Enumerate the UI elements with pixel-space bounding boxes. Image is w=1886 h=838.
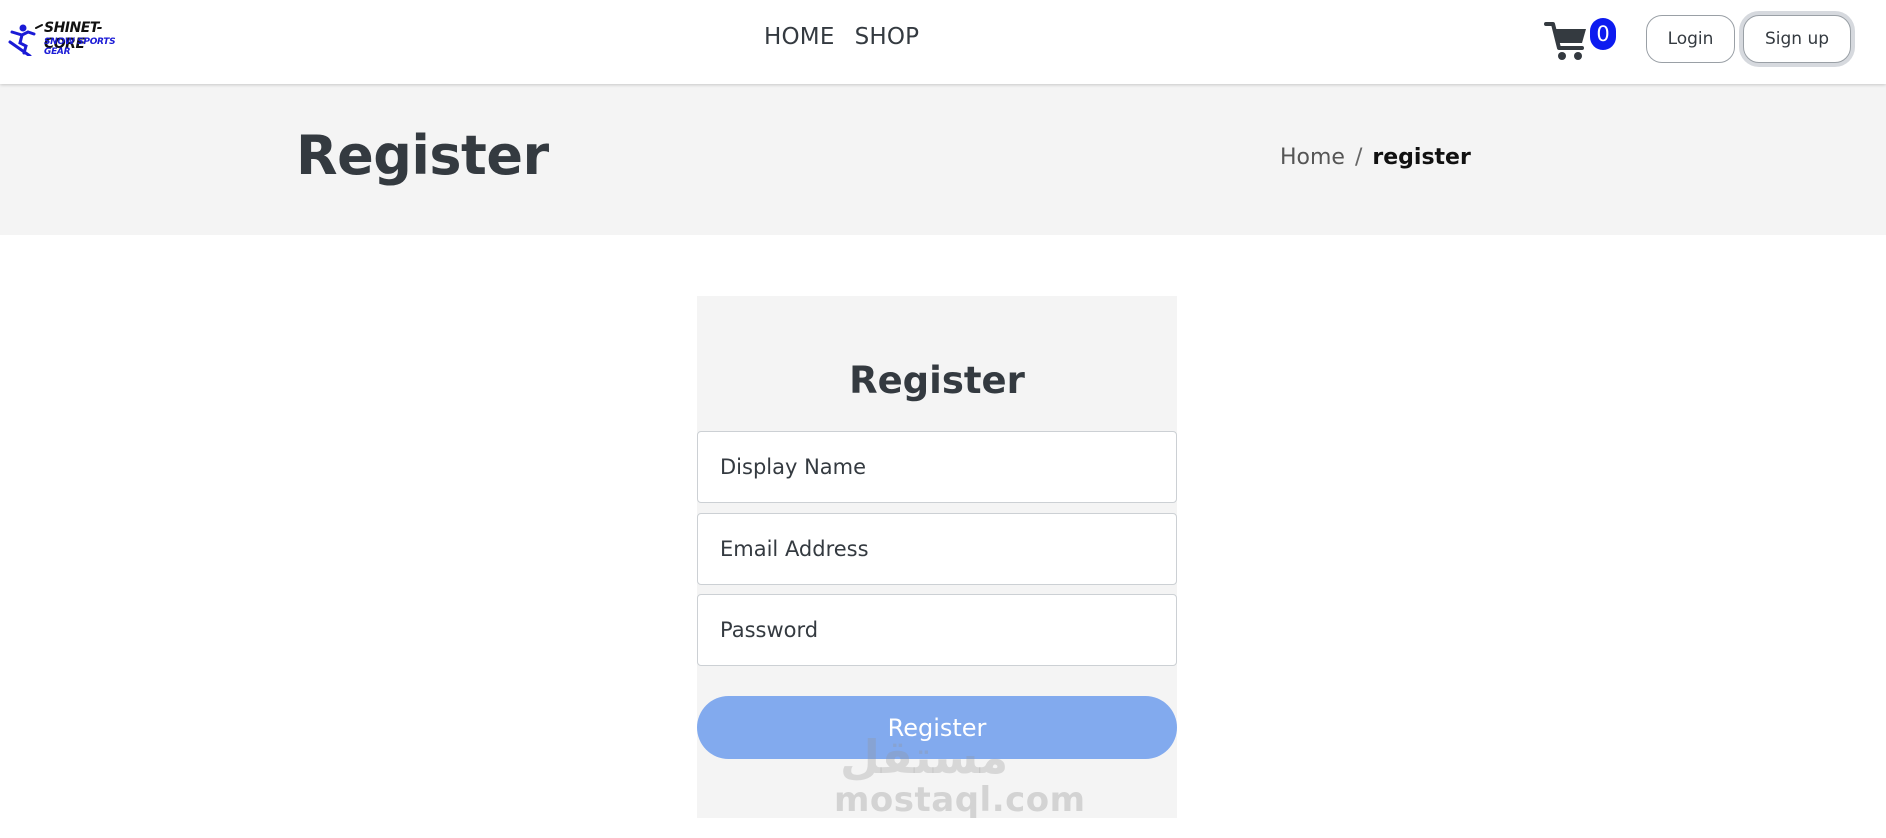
nav-shop-link[interactable]: SHOP <box>855 24 920 50</box>
breadcrumb-separator: / <box>1354 145 1363 170</box>
cart-button[interactable]: 0 <box>1544 14 1616 64</box>
email-input[interactable] <box>697 513 1177 585</box>
breadcrumb-current: register <box>1372 145 1471 170</box>
signup-button[interactable]: Sign up <box>1743 15 1851 63</box>
display-name-input[interactable] <box>697 431 1177 503</box>
shopping-cart-icon <box>1544 22 1586 60</box>
nav-home-link[interactable]: HOME <box>764 24 835 50</box>
breadcrumb: Home / register <box>1280 145 1471 170</box>
register-form-title: Register <box>849 359 1025 402</box>
top-navbar: SHINET-CORE SNOW SPORTS GEAR HOME SHOP 0… <box>0 0 1886 84</box>
page-header: Register Home / register <box>0 84 1886 235</box>
breadcrumb-home-link[interactable]: Home <box>1280 145 1345 170</box>
register-submit-button[interactable]: Register <box>697 696 1177 759</box>
brand-tagline: SNOW SPORTS GEAR <box>44 37 116 57</box>
brand-logo[interactable]: SHINET-CORE SNOW SPORTS GEAR <box>8 20 138 58</box>
cart-count-badge: 0 <box>1590 18 1616 50</box>
page-title: Register <box>296 124 549 187</box>
password-input[interactable] <box>697 594 1177 666</box>
skier-icon <box>8 24 43 56</box>
main-nav: HOME SHOP <box>764 24 919 50</box>
register-card: Register Register <box>697 296 1177 818</box>
login-button[interactable]: Login <box>1646 15 1735 63</box>
